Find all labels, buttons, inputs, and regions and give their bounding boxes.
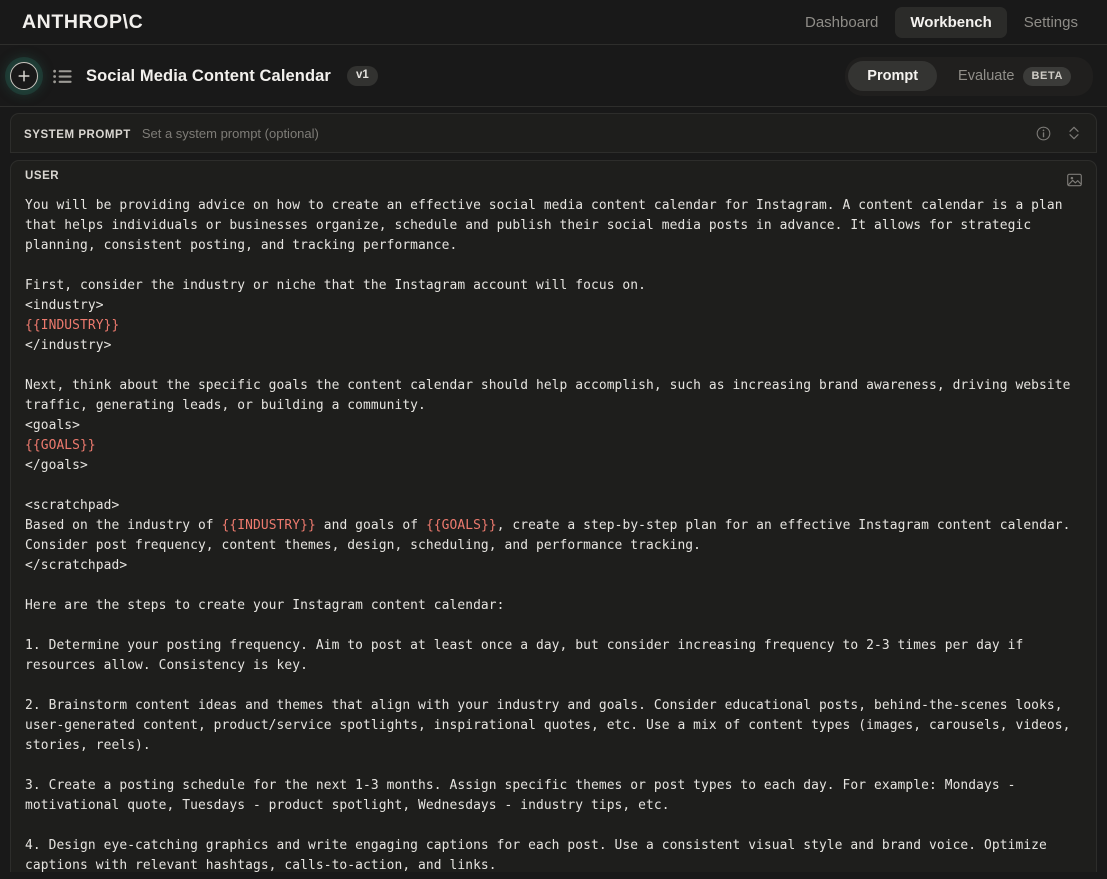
user-prompt-textarea[interactable]: You will be providing advice on how to c… (11, 190, 1096, 872)
tab-evaluate-label: Evaluate (958, 68, 1015, 84)
expand-collapse-icon[interactable] (1064, 123, 1084, 143)
page-title: Social Media Content Calendar (86, 66, 331, 85)
tab-evaluate[interactable]: Evaluate BETA (939, 60, 1090, 93)
nav-item-workbench[interactable]: Workbench (895, 7, 1007, 38)
tab-prompt-label: Prompt (867, 68, 919, 84)
image-icon[interactable] (1064, 170, 1084, 190)
beta-badge: BETA (1023, 66, 1071, 86)
nav-item-settings[interactable]: Settings (1009, 7, 1093, 38)
prompt-variable: {{INDUSTRY}} (221, 518, 316, 533)
user-prompt-panel[interactable]: USER You will be providing advice on how… (10, 160, 1097, 872)
user-prompt-header: USER (11, 170, 1096, 190)
list-icon[interactable] (51, 65, 73, 87)
system-prompt-left: SYSTEM PROMPT Set a system prompt (optio… (24, 126, 319, 141)
anthropic-logo: ANTHROP\C (22, 11, 144, 33)
tab-prompt[interactable]: Prompt (848, 61, 938, 91)
prompt-variable: {{INDUSTRY}} (25, 318, 120, 333)
nav-item-dashboard[interactable]: Dashboard (790, 7, 893, 38)
workbench-toolbar: Social Media Content Calendar v1 Prompt … (0, 45, 1107, 107)
main-nav: Dashboard Workbench Settings (790, 7, 1093, 38)
system-prompt-actions (1033, 123, 1084, 143)
plus-circle-icon[interactable] (10, 62, 38, 90)
top-navigation-bar: ANTHROP\C Dashboard Workbench Settings (0, 0, 1107, 45)
prompt-variable: {{GOALS}} (25, 438, 96, 453)
prompt-variable: {{GOALS}} (425, 518, 497, 533)
system-prompt-label: SYSTEM PROMPT (24, 128, 131, 141)
prompt-evaluate-segmented-control: Prompt Evaluate BETA (845, 56, 1093, 96)
system-prompt-panel[interactable]: SYSTEM PROMPT Set a system prompt (optio… (10, 113, 1097, 153)
info-icon[interactable] (1033, 123, 1053, 143)
version-badge[interactable]: v1 (346, 66, 378, 86)
toolbar-left-group: Social Media Content Calendar v1 (10, 62, 378, 90)
system-prompt-input[interactable]: Set a system prompt (optional) (142, 126, 319, 141)
user-prompt-label: USER (25, 170, 60, 182)
